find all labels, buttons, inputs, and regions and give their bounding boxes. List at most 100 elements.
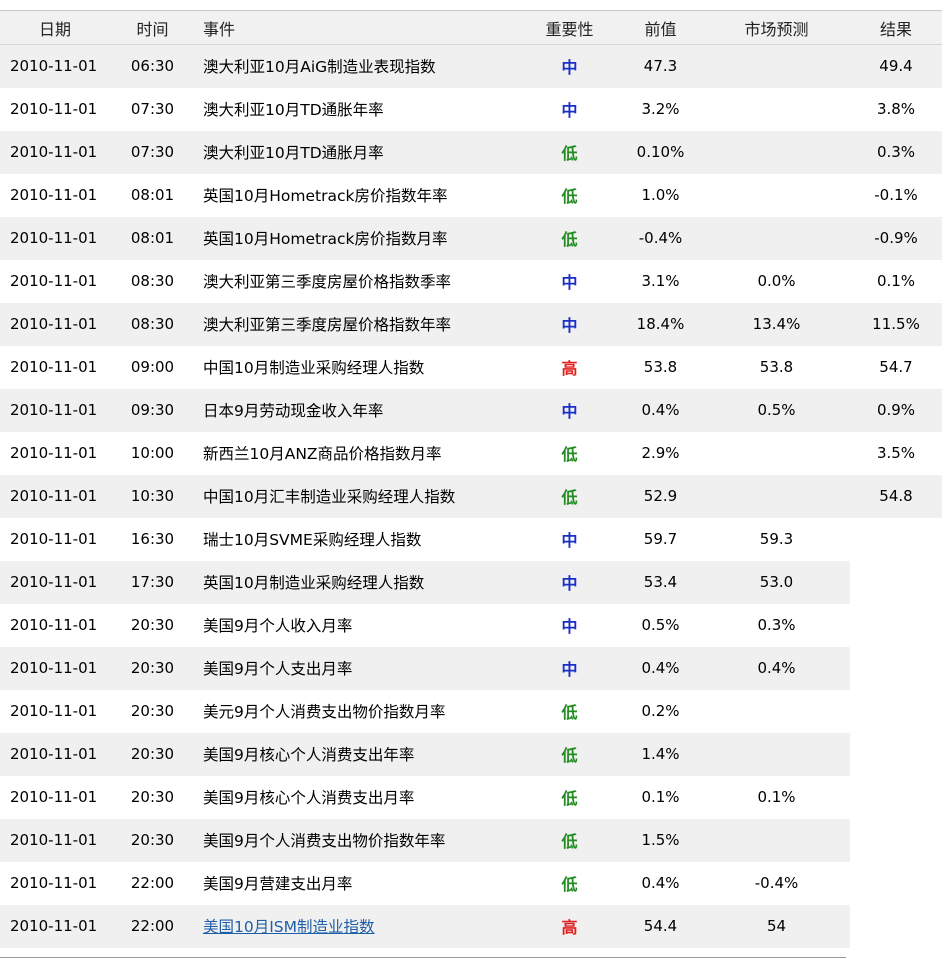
column-header-actual: 结果: [850, 11, 942, 45]
cell-previous: -0.4%: [618, 216, 703, 260]
cell-forecast: [703, 690, 850, 733]
cell-previous: 53.4: [618, 560, 703, 604]
cell-importance: 中: [561, 273, 578, 292]
cell-actual: 0.1%: [876, 272, 916, 290]
cell-forecast: [703, 432, 850, 475]
table-row: 2010-11-01 20:30 美国9月个人消费支出物价指数年率低 1.5%: [0, 818, 942, 862]
cell-time: 07:30: [110, 130, 195, 174]
cell-time: 20:30: [130, 788, 175, 806]
cell-actual: 49.4: [850, 44, 942, 88]
column-header-time: 时间: [110, 11, 195, 45]
cell-date: 2010-11-01: [0, 904, 110, 948]
table-row: 2010-11-01 07:30 澳大利亚10月TD通胀月率低 0.10% 0.3%: [0, 130, 942, 174]
cell-event: 美元9月个人消费支出物价指数月率: [203, 703, 446, 721]
cell-forecast: 59.3: [759, 530, 794, 548]
cell-actual: [850, 819, 942, 862]
table-header-row: 日期 时间 事件 重要性 前值 市场预测 结果: [0, 11, 942, 45]
cell-actual: 3.8%: [876, 100, 916, 118]
table-row: 2010-11-01 08:01 英国10月Hometrack房价指数年率 低 1.0%…: [0, 174, 942, 217]
cell-actual: 11.5%: [850, 302, 942, 346]
cell-time: 20:30: [110, 732, 195, 776]
cell-forecast: [703, 474, 850, 518]
cell-event: 澳大利亚10月AiG制造业表现指数: [195, 44, 521, 88]
cell-event: 澳大利亚第三季度房屋价格指数季率: [203, 273, 452, 291]
table-row: 2010-11-01 09:00 中国10月制造业采购经理人指数 高 53.8 53.8 5…: [0, 346, 942, 389]
cropped-section-link: [150, 0, 155, 9]
column-header-forecast: 市场预测: [703, 11, 850, 45]
cell-time: 08:30: [110, 302, 195, 346]
cell-previous: 3.2%: [641, 100, 680, 118]
cell-previous: 47.3: [618, 44, 703, 88]
cell-date: 2010-11-01: [10, 272, 98, 290]
cell-date: 2010-11-01: [0, 216, 110, 260]
cell-event: 英国10月Hometrack房价指数年率: [203, 187, 448, 205]
cell-time: 07:30: [130, 100, 175, 118]
cell-date: 2010-11-01: [10, 100, 98, 118]
cell-importance: 中: [561, 101, 578, 120]
bottom-divider: [0, 957, 846, 958]
cell-importance: 中: [561, 617, 578, 636]
cell-forecast: [703, 130, 850, 174]
cell-importance: 中: [521, 44, 618, 88]
cell-forecast: 0.5%: [703, 388, 850, 432]
cell-actual: [850, 862, 942, 905]
cell-time: 16:30: [130, 530, 175, 548]
cell-forecast: [703, 44, 850, 88]
cell-event: 英国10月制造业采购经理人指数: [195, 560, 521, 604]
cell-importance: 低: [521, 818, 618, 862]
cell-importance: 中: [521, 302, 618, 346]
cell-time: 22:00: [130, 874, 175, 892]
cell-date: 2010-11-01: [0, 732, 110, 776]
cell-date: 2010-11-01: [0, 302, 110, 346]
cell-forecast: 0.0%: [757, 272, 796, 290]
cell-forecast: [703, 216, 850, 260]
cell-time: 20:30: [110, 818, 195, 862]
cell-event: 新西兰10月ANZ商品价格指数月率: [203, 445, 442, 463]
table-row: 2010-11-01 08:01 英国10月Hometrack房价指数月率低 -0.4…: [0, 216, 942, 260]
cropped-section-title: [2, 0, 7, 9]
cell-actual: -0.1%: [874, 186, 918, 204]
table-row: 2010-11-01 20:30 美国9月核心个人消费支出月率 低 0.1% 0.1%: [0, 776, 942, 819]
cell-importance: 低: [561, 187, 578, 206]
cell-previous: 0.1%: [641, 788, 680, 806]
cell-date: 2010-11-01: [10, 788, 98, 806]
column-header-previous: 前值: [618, 11, 703, 45]
cell-importance: 中: [561, 531, 578, 550]
cell-actual: 3.5%: [876, 444, 916, 462]
event-link[interactable]: 美国10月ISM制造业指数: [203, 918, 375, 936]
cell-date: 2010-11-01: [0, 818, 110, 862]
table-row: 2010-11-01 07:30 澳大利亚10月TD通胀年率 中 3.2% 3.8%: [0, 88, 942, 131]
cell-actual: 54.7: [879, 358, 913, 376]
cell-actual: -0.9%: [850, 216, 942, 260]
cell-forecast: [703, 732, 850, 776]
cell-time: 10:30: [110, 474, 195, 518]
cell-actual: [850, 776, 942, 819]
cell-time: 06:30: [110, 44, 195, 88]
cell-forecast: [703, 818, 850, 862]
cell-time: 17:30: [110, 560, 195, 604]
cell-previous: 1.4%: [618, 732, 703, 776]
cell-importance: 低: [561, 445, 578, 464]
table-row: 2010-11-01 20:30 美国9月个人支出月率中 0.4% 0.4%: [0, 646, 942, 690]
cell-previous: 3.1%: [641, 272, 680, 290]
cell-date: 2010-11-01: [10, 358, 98, 376]
cell-date: 2010-11-01: [10, 530, 98, 548]
cell-time: 08:01: [110, 216, 195, 260]
cell-importance: 低: [521, 130, 618, 174]
cell-date: 2010-11-01: [0, 130, 110, 174]
cell-previous: 54.4: [618, 904, 703, 948]
cell-date: 2010-11-01: [0, 646, 110, 690]
table-row: 2010-11-01 16:30 瑞士10月SVME采购经理人指数 中 59.7 59.3: [0, 518, 942, 561]
cell-previous: 0.2%: [641, 702, 680, 720]
table-row: 2010-11-01 10:00 新西兰10月ANZ商品价格指数月率 低 2.9% 3.5…: [0, 432, 942, 475]
cell-importance: 中: [521, 388, 618, 432]
table-row: 2010-11-01 09:30 日本9月劳动现金收入年率中 0.4% 0.5% 0.9%: [0, 388, 942, 432]
cell-forecast: [703, 174, 850, 217]
cell-previous: 1.0%: [641, 186, 680, 204]
cell-actual: [850, 733, 942, 776]
cell-previous: 2.9%: [641, 444, 680, 462]
cell-event: 英国10月Hometrack房价指数月率: [195, 216, 521, 260]
cell-importance: 低: [561, 789, 578, 808]
cell-importance: 低: [521, 732, 618, 776]
cell-date: 2010-11-01: [0, 560, 110, 604]
